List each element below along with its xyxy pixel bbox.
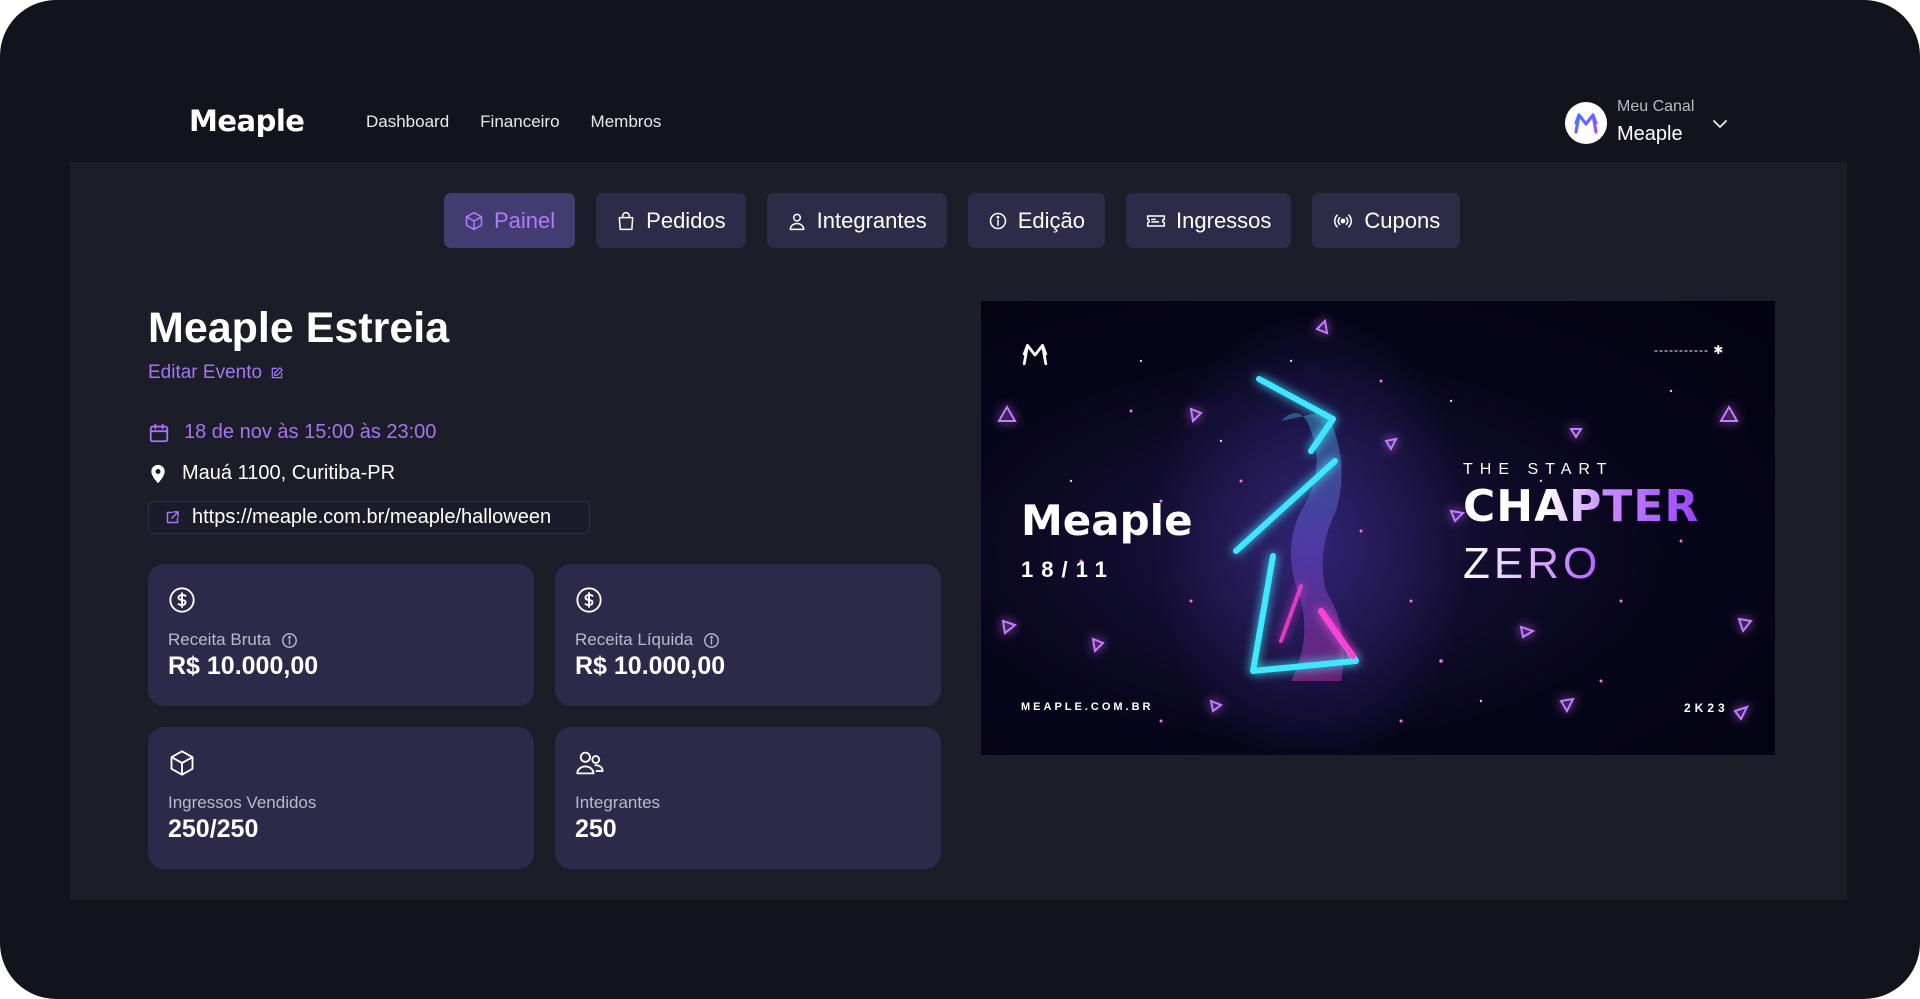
ticket-icon xyxy=(1146,214,1166,227)
meaple-logo-icon xyxy=(1574,112,1598,134)
cube-icon xyxy=(465,211,483,230)
box-icon xyxy=(170,750,194,776)
stat-card-gross-revenue: Receita Bruta R$ 10.000,00 xyxy=(148,564,534,706)
info-icon[interactable] xyxy=(703,632,720,649)
main-nav: Dashboard Financeiro Membros xyxy=(366,112,661,132)
tab-painel[interactable]: Painel xyxy=(444,193,576,248)
banner-headline-2: ZERO xyxy=(1463,539,1602,588)
stat-card-net-revenue: Receita Líquida R$ 10.000,00 xyxy=(555,564,941,706)
event-tabs: Painel Pedidos Integrantes Edição Ingres… xyxy=(444,193,1461,248)
tab-label: Edição xyxy=(1017,207,1086,233)
tab-label: Painel xyxy=(494,207,556,233)
external-link-icon xyxy=(166,511,179,524)
dollar-circle-icon xyxy=(169,587,195,613)
user-icon xyxy=(789,213,805,230)
tab-cupons[interactable]: Cupons xyxy=(1312,193,1461,248)
edit-event-label: Editar Evento xyxy=(148,362,263,383)
location-pin-icon xyxy=(151,464,165,483)
brand-logo[interactable]: Meaple xyxy=(189,104,305,138)
stat-label: Integrantes xyxy=(575,793,661,812)
banner-corner-mark: ----------- ✱ xyxy=(1654,343,1725,357)
meaple-logo-icon xyxy=(1022,343,1048,366)
banner-date: 18/11 xyxy=(1021,557,1115,582)
tab-edicao[interactable]: Edição xyxy=(967,193,1106,248)
event-url-text: https://meaple.com.br/meaple/halloween xyxy=(192,506,552,528)
banner-year: 2K23 xyxy=(1684,701,1729,715)
info-icon[interactable] xyxy=(281,632,298,649)
event-date: 18 de nov às 15:00 às 23:00 xyxy=(148,421,436,444)
banner-site: MEAPLE.COM.BR xyxy=(1021,701,1154,713)
app-frame: Meaple Dashboard Financeiro Membros Meu … xyxy=(0,0,1920,999)
banner-brand: Meaple xyxy=(1021,496,1193,545)
event-banner: ----------- ✱ Meaple 18/11 THE START CHA… xyxy=(981,301,1775,755)
users-icon xyxy=(576,751,604,775)
event-title: Meaple Estreia xyxy=(148,304,450,352)
shopping-bag-icon xyxy=(618,211,634,230)
nav-membros[interactable]: Membros xyxy=(591,112,662,132)
event-date-text: 18 de nov às 15:00 às 23:00 xyxy=(184,421,437,443)
event-panel: Painel Pedidos Integrantes Edição Ingres… xyxy=(70,162,1847,900)
account-label: Meu Canal xyxy=(1617,98,1695,115)
edit-icon xyxy=(271,367,283,379)
nav-dashboard[interactable]: Dashboard xyxy=(366,112,449,132)
stat-label: Receita Líquida xyxy=(575,630,694,649)
tab-label: Ingressos xyxy=(1176,207,1272,233)
stat-card-members: Integrantes 250 xyxy=(555,727,941,869)
account-switcher[interactable]: Meu Canal Meaple xyxy=(1565,97,1728,148)
stat-label: Ingressos Vendidos xyxy=(168,793,317,812)
tab-label: Pedidos xyxy=(646,207,726,233)
stat-label: Receita Bruta xyxy=(168,630,271,649)
event-address: Mauá 1100, Curitiba-PR xyxy=(148,462,395,485)
avatar xyxy=(1565,101,1607,144)
broadcast-icon xyxy=(1334,213,1353,228)
calendar-icon xyxy=(149,423,169,442)
tab-integrantes[interactable]: Integrantes xyxy=(766,193,947,248)
tab-pedidos[interactable]: Pedidos xyxy=(596,193,746,248)
chevron-down-icon[interactable] xyxy=(1712,119,1728,129)
edit-event-link[interactable]: Editar Evento xyxy=(148,362,284,384)
stat-value: R$ 10.000,00 xyxy=(575,652,726,680)
account-name: Meaple xyxy=(1617,123,1683,145)
nav-financeiro[interactable]: Financeiro xyxy=(480,112,559,132)
top-navigation: Meaple Dashboard Financeiro Membros Meu … xyxy=(0,0,1920,162)
event-address-text: Mauá 1100, Curitiba-PR xyxy=(182,462,396,484)
stat-value: 250/250 xyxy=(168,815,259,843)
banner-headline: CHAPTER xyxy=(1463,481,1700,532)
tab-label: Cupons xyxy=(1364,207,1441,233)
info-icon xyxy=(989,212,1006,229)
stat-value: R$ 10.000,00 xyxy=(168,652,319,680)
event-url-link[interactable]: https://meaple.com.br/meaple/halloween xyxy=(148,501,590,534)
tab-label: Integrantes xyxy=(816,207,927,233)
stat-card-tickets-sold: Ingressos Vendidos 250/250 xyxy=(148,727,534,869)
tab-ingressos[interactable]: Ingressos xyxy=(1126,193,1292,248)
stat-value: 250 xyxy=(575,815,617,843)
banner-tagline: THE START xyxy=(1463,461,1614,478)
dollar-circle-icon xyxy=(576,587,602,613)
